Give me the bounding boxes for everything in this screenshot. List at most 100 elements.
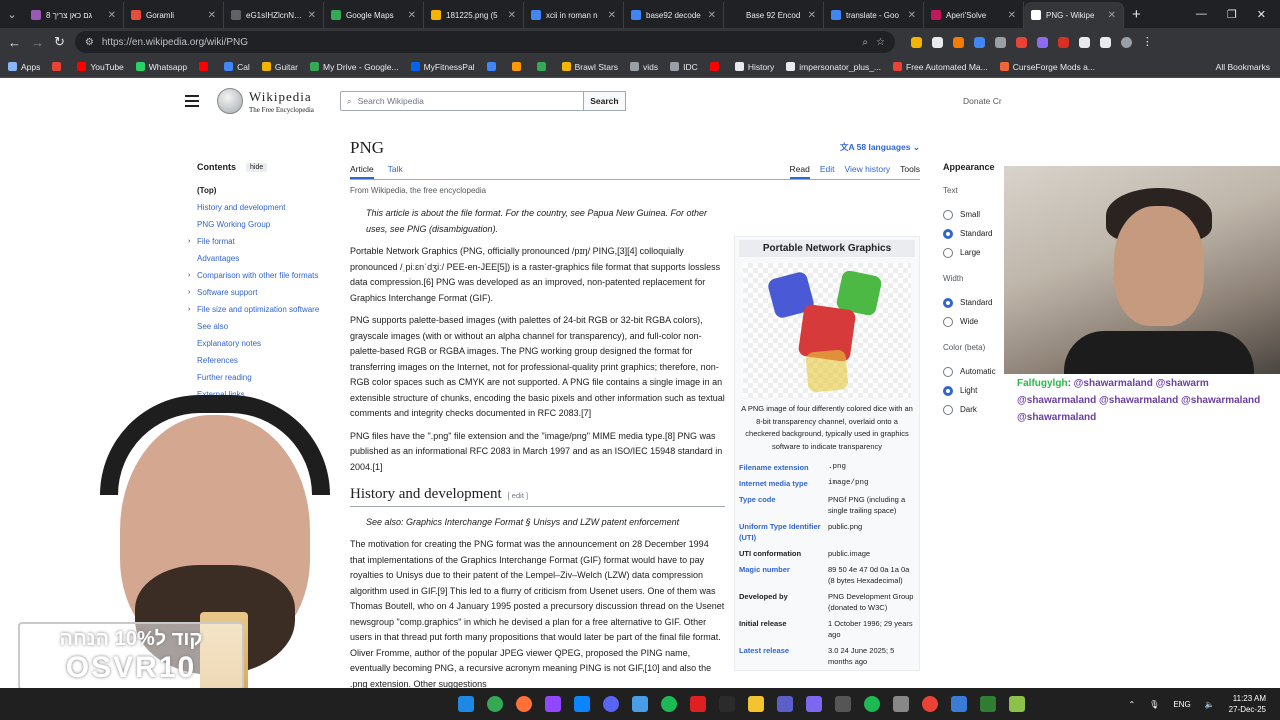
text-size-option[interactable]: Standard <box>943 224 1008 243</box>
tab-close-icon[interactable]: ✕ <box>108 10 116 21</box>
tab-close-icon[interactable]: ✕ <box>608 10 616 21</box>
infobox-key[interactable]: Type code <box>739 494 828 516</box>
terminal-icon[interactable] <box>980 696 996 712</box>
infobox-key[interactable]: Filename extension <box>739 462 828 473</box>
tab-search-icon[interactable]: ⌄ <box>0 8 24 21</box>
app-icon[interactable] <box>545 696 561 712</box>
tab-view-history[interactable]: View history <box>844 164 890 179</box>
file-explorer-icon[interactable] <box>748 696 764 712</box>
bookmark-item[interactable]: Guitar <box>261 62 298 72</box>
tab-close-icon[interactable]: ✕ <box>708 10 716 21</box>
toc-item[interactable]: Explanatory notes <box>197 335 337 352</box>
color-theme-option[interactable]: Automatic <box>943 362 1008 381</box>
browser-tab[interactable]: xcii in roman n ✕ <box>524 2 624 28</box>
section-edit-link[interactable]: [ edit ] <box>508 491 528 500</box>
bookmark-item[interactable] <box>486 62 500 72</box>
tab-close-icon[interactable]: ✕ <box>1108 10 1116 21</box>
app-icon[interactable] <box>806 696 822 712</box>
toc-item[interactable]: › Comparison with other file formats <box>188 267 337 284</box>
main-menu-icon[interactable] <box>185 95 199 107</box>
profile-avatar[interactable] <box>1120 36 1132 48</box>
radio-button[interactable] <box>943 385 953 396</box>
browser-tab[interactable]: גם כאן צריך 8 ✕ <box>24 2 124 28</box>
languages-button[interactable]: 文A 58 languages ⌄ <box>840 141 920 153</box>
toc-expand-icon[interactable]: › <box>188 306 190 313</box>
toc-item[interactable]: PNG Working Group <box>197 216 337 233</box>
tab-close-icon[interactable]: ✕ <box>208 10 216 21</box>
infobox-key[interactable]: Magic number <box>739 564 828 586</box>
tab-close-icon[interactable]: ✕ <box>408 10 416 21</box>
discord-icon[interactable] <box>603 696 619 712</box>
mic-icon[interactable]: 🎙 <box>1149 700 1159 709</box>
bookmark-item[interactable]: vids <box>630 62 658 72</box>
extension-icon[interactable] <box>931 36 943 48</box>
bookmark-item[interactable] <box>536 62 550 72</box>
chrome-icon[interactable] <box>487 696 503 712</box>
bookmark-star-icon[interactable]: ☆ <box>876 37 885 48</box>
bookmark-item[interactable] <box>52 62 65 72</box>
browser-tab[interactable]: Base 92 Encod ✕ <box>724 2 824 28</box>
extension-icon[interactable] <box>994 36 1006 48</box>
toc-item[interactable]: History and development <box>197 199 337 216</box>
tab-edit[interactable]: Edit <box>820 164 835 179</box>
tab-close-icon[interactable]: ✕ <box>1008 10 1016 21</box>
acrobat-icon[interactable] <box>690 696 706 712</box>
radio-button[interactable] <box>943 297 953 308</box>
app-icon[interactable] <box>835 696 851 712</box>
extension-icon[interactable] <box>1015 36 1027 48</box>
wikipedia-logo[interactable]: Wikipedia The Free Encyclopedia <box>217 88 314 114</box>
dice-image[interactable] <box>743 263 911 399</box>
see-also-note[interactable]: See also: Graphics Interchange Format § … <box>350 515 725 531</box>
toc-item[interactable]: Advantages <box>197 250 337 267</box>
bookmark-item[interactable]: My Drive - Google... <box>309 62 399 72</box>
text-size-option[interactable]: Large <box>943 243 1008 262</box>
toc-item[interactable]: Further reading <box>197 369 337 386</box>
menu-dots-icon[interactable]: ⋮ <box>1142 36 1153 48</box>
back-icon[interactable]: ← <box>8 35 21 50</box>
bookmark-item[interactable]: YouTube <box>77 62 124 72</box>
toc-item[interactable]: References <box>197 352 337 369</box>
app-icon[interactable] <box>719 696 735 712</box>
reload-icon[interactable]: ↻ <box>54 34 65 50</box>
site-info-icon[interactable]: ⚙ <box>85 37 94 48</box>
toc-item[interactable]: › File size and optimization software <box>188 301 337 318</box>
tab-read[interactable]: Read <box>789 164 810 179</box>
extension-icon[interactable] <box>973 36 985 48</box>
close-window-icon[interactable]: ✕ <box>1257 8 1266 21</box>
width-option[interactable]: Standard <box>943 293 1008 312</box>
bookmark-item[interactable]: Cal <box>224 62 250 72</box>
minimize-icon[interactable]: — <box>1196 8 1207 21</box>
toc-item[interactable]: See also <box>197 318 337 335</box>
toc-hide-button[interactable]: hide <box>246 162 268 172</box>
color-theme-option[interactable]: Light <box>943 381 1008 400</box>
bookmark-item[interactable]: MyFitnessPal <box>410 62 475 72</box>
maximize-icon[interactable]: ❐ <box>1227 8 1237 21</box>
speaker-icon[interactable]: 🔈 <box>1205 700 1215 709</box>
clock[interactable]: 11:23 AM 27-Dec-25 <box>1229 693 1266 715</box>
bookmark-item[interactable]: CurseForge Mods a... <box>999 62 1095 72</box>
browser-tab[interactable]: Google Maps ✕ <box>324 2 424 28</box>
forward-icon[interactable]: → <box>31 35 44 50</box>
infobox-key[interactable]: Internet media type <box>739 478 828 489</box>
app-icon[interactable] <box>1009 696 1025 712</box>
tab-talk[interactable]: Talk <box>388 164 403 179</box>
bookmark-item[interactable] <box>199 62 212 72</box>
browser-tab[interactable]: base92 decode ✕ <box>624 2 724 28</box>
bookmark-item[interactable]: Apps <box>8 62 40 72</box>
tab-close-icon[interactable]: ✕ <box>808 10 816 21</box>
radio-button[interactable] <box>943 316 953 327</box>
donate-link[interactable]: Donate Cr <box>963 96 1002 106</box>
download-icon[interactable] <box>1099 36 1111 48</box>
toc-expand-icon[interactable]: › <box>188 272 190 279</box>
browser-tab[interactable]: eG1sIHZlcnNpb ✕ <box>224 2 324 28</box>
toc-item[interactable]: › Software support <box>188 284 337 301</box>
radio-button[interactable] <box>943 404 953 415</box>
infobox-key[interactable]: Uniform Type Identifier (UTI) <box>739 521 828 543</box>
extension-icon[interactable] <box>952 36 964 48</box>
tray-chevron-icon[interactable]: ⌃ <box>1128 700 1135 709</box>
bookmark-item[interactable]: History <box>734 62 774 72</box>
spotify-icon[interactable] <box>864 696 880 712</box>
new-tab-button[interactable]: + <box>1124 6 1149 23</box>
bookmark-item[interactable]: Brawl Stars <box>561 62 618 72</box>
app-icon[interactable] <box>777 696 793 712</box>
